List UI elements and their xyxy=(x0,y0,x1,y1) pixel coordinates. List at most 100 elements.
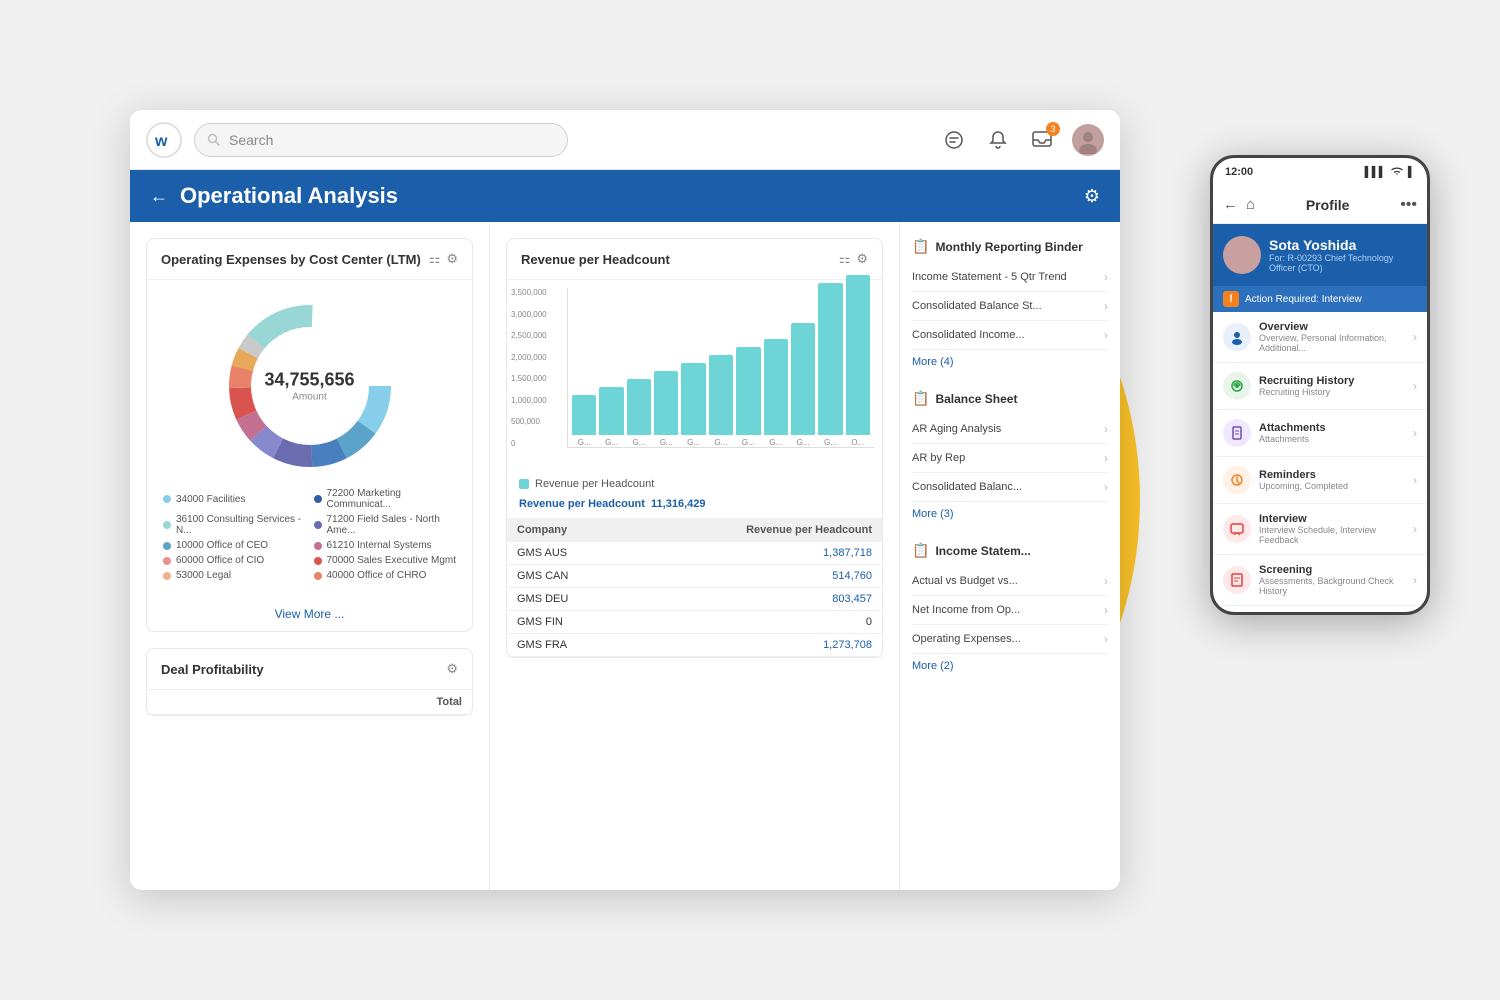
notifications-icon[interactable] xyxy=(984,126,1012,154)
top-nav: w Search 3 xyxy=(130,110,1120,170)
workday-logo[interactable]: w xyxy=(146,122,182,158)
legend-item-9: 53000 Legal xyxy=(163,570,306,581)
monthly-binder-more[interactable]: More (4) xyxy=(912,350,1108,374)
bs-chevron-2: › xyxy=(1104,451,1108,465)
menu-item-recruiting[interactable]: Recruiting History Recruiting History › xyxy=(1213,363,1427,410)
bs-chevron-1: › xyxy=(1104,422,1108,436)
recruiting-text: Recruiting History Recruiting History xyxy=(1259,375,1405,397)
interview-sub: Interview Schedule, Interview Feedback xyxy=(1259,525,1405,545)
svg-text:w: w xyxy=(154,133,168,150)
income-statement-header: 📋 Income Statem... xyxy=(912,542,1108,559)
bs-item-1[interactable]: AR Aging Analysis › xyxy=(912,415,1108,444)
y-label-3: 2,500,000 xyxy=(511,331,547,340)
is-item-1-label: Actual vs Budget vs... xyxy=(912,575,1018,587)
deal-table: Total xyxy=(147,690,472,715)
is-item-1[interactable]: Actual vs Budget vs... › xyxy=(912,567,1108,596)
bs-item-3[interactable]: Consolidated Balanc... › xyxy=(912,473,1108,502)
menu-item-overview[interactable]: Overview Overview, Personal Information,… xyxy=(1213,312,1427,363)
bs-item-2[interactable]: AR by Rep › xyxy=(912,444,1108,473)
settings-icon[interactable]: ⚙ xyxy=(1084,186,1100,207)
monthly-binder-section: 📋 Monthly Reporting Binder Income Statem… xyxy=(912,238,1108,374)
phone-home-button[interactable]: ⌂ xyxy=(1246,196,1255,213)
screening-chevron: › xyxy=(1413,573,1417,587)
legend-item-5: 10000 Office of CEO xyxy=(163,540,306,551)
is-item-2[interactable]: Net Income from Op... › xyxy=(912,596,1108,625)
is-item-3-label: Operating Expenses... xyxy=(912,633,1021,645)
rev-row-5-value[interactable]: 1,273,708 xyxy=(630,634,882,657)
filter-icon[interactable]: ⚏ xyxy=(429,251,441,267)
rev-headcount-card: Revenue per Headcount ⚏ ⚙ 3,500,000 3,00… xyxy=(506,238,883,658)
profile-avatar xyxy=(1223,236,1261,274)
bar-1: G... xyxy=(572,395,596,447)
donut-area: 34,755,656 Amount 34000 Facilities 72200… xyxy=(147,280,472,597)
reminders-sub: Upcoming, Completed xyxy=(1259,481,1405,491)
phone-more-button[interactable]: ••• xyxy=(1400,196,1417,214)
binder-item-1[interactable]: Income Statement - 5 Qtr Trend › xyxy=(912,263,1108,292)
binder-item-2[interactable]: Consolidated Balance St... › xyxy=(912,292,1108,321)
menu-item-reminders[interactable]: Reminders Upcoming, Completed › xyxy=(1213,457,1427,504)
recruiting-title: Recruiting History xyxy=(1259,375,1405,387)
back-button[interactable]: ← xyxy=(150,186,168,207)
rev-headcount-header: Revenue per Headcount ⚏ ⚙ xyxy=(507,239,882,280)
rev-row-2-company: GMS CAN xyxy=(507,565,630,588)
deal-profitability-icons: ⚙ xyxy=(446,661,458,677)
menu-item-attachments[interactable]: Attachments Attachments › xyxy=(1213,410,1427,457)
page-header: ← Operational Analysis ⚙ xyxy=(130,170,1120,222)
search-bar[interactable]: Search xyxy=(194,123,568,157)
donut-legend: 34000 Facilities 72200 Marketing Communi… xyxy=(163,488,456,581)
monthly-binder-title: Monthly Reporting Binder xyxy=(935,240,1082,254)
screening-icon xyxy=(1223,566,1251,594)
menu-item-employment-offer[interactable]: Employment Offer Employment Offer Detail… xyxy=(1213,606,1427,615)
legend-item-1: 34000 Facilities xyxy=(163,488,306,510)
legend-dot-5 xyxy=(163,542,171,550)
phone-nav-title: Profile xyxy=(1263,197,1392,213)
profile-name: Sota Yoshida xyxy=(1269,237,1417,253)
legend-dot-8 xyxy=(314,557,322,565)
legend-dot-9 xyxy=(163,572,171,580)
interview-title: Interview xyxy=(1259,513,1405,525)
legend-dot-2 xyxy=(314,495,322,503)
y-axis: 3,500,000 3,000,000 2,500,000 2,000,000 … xyxy=(511,288,547,448)
page-title: Operational Analysis xyxy=(180,183,1072,209)
deal-profitability-header: Deal Profitability ⚙ xyxy=(147,649,472,690)
deal-col-empty xyxy=(147,690,246,715)
chart-legend-label: Revenue per Headcount xyxy=(535,478,654,490)
bar-11: O... xyxy=(846,275,870,447)
binder-item-3[interactable]: Consolidated Income... › xyxy=(912,321,1108,350)
rev-settings-icon[interactable]: ⚙ xyxy=(856,251,868,267)
legend-square xyxy=(519,479,529,489)
inbox-icon[interactable]: 3 xyxy=(1028,126,1056,154)
income-statement-more[interactable]: More (2) xyxy=(912,654,1108,678)
legend-dot-6 xyxy=(314,542,322,550)
legend-label-5: 10000 Office of CEO xyxy=(176,540,268,551)
settings-icon-small[interactable]: ⚙ xyxy=(446,251,458,267)
phone-back-button[interactable]: ← xyxy=(1223,196,1238,213)
is-item-3[interactable]: Operating Expenses... › xyxy=(912,625,1108,654)
view-more-button[interactable]: View More ... xyxy=(147,597,472,631)
rev-row-3-value[interactable]: 803,457 xyxy=(630,588,882,611)
left-panel: Operating Expenses by Cost Center (LTM) … xyxy=(130,222,490,890)
rev-table-row-5: GMS FRA 1,273,708 xyxy=(507,634,882,657)
action-required-banner[interactable]: ! Action Required: Interview xyxy=(1213,286,1427,312)
balance-sheet-more[interactable]: More (3) xyxy=(912,502,1108,526)
menu-item-screening[interactable]: Screening Assessments, Background Check … xyxy=(1213,555,1427,606)
bar-4: G... xyxy=(654,371,678,447)
rev-row-1-value[interactable]: 1,387,718 xyxy=(630,542,882,565)
rev-row-2-value[interactable]: 514,760 xyxy=(630,565,882,588)
legend-label-10: 40000 Office of CHRO xyxy=(327,570,427,581)
chat-icon[interactable] xyxy=(940,126,968,154)
balance-sheet-section: 📋 Balance Sheet AR Aging Analysis › AR b… xyxy=(912,390,1108,526)
chevron-right-3: › xyxy=(1104,328,1108,342)
rev-table-row-1: GMS AUS 1,387,718 xyxy=(507,542,882,565)
user-avatar[interactable] xyxy=(1072,124,1104,156)
balance-sheet-title: Balance Sheet xyxy=(935,392,1017,406)
legend-label-4: 71200 Field Sales - North Ame... xyxy=(327,514,457,536)
menu-item-interview[interactable]: Interview Interview Schedule, Interview … xyxy=(1213,504,1427,555)
bar-chart: G... G... G... G... G... G... G... G... … xyxy=(567,288,874,448)
interview-icon xyxy=(1223,515,1251,543)
bs-item-1-label: AR Aging Analysis xyxy=(912,423,1001,435)
rev-row-4-value: 0 xyxy=(630,611,882,634)
binder-item-3-label: Consolidated Income... xyxy=(912,329,1025,341)
deal-settings-icon[interactable]: ⚙ xyxy=(446,661,458,677)
rev-filter-icon[interactable]: ⚏ xyxy=(839,251,851,267)
